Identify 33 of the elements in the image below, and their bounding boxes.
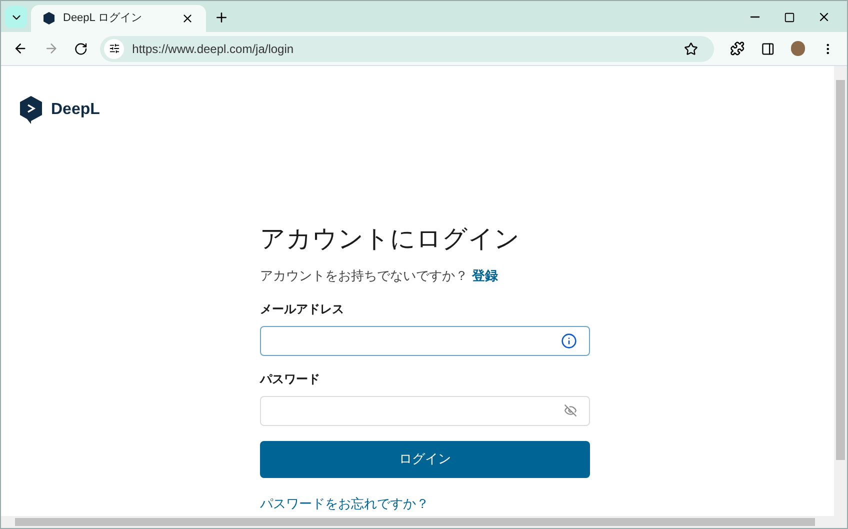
login-button[interactable]: ログイン	[260, 440, 590, 478]
horizontal-scrollbar[interactable]	[1, 516, 847, 528]
new-tab-icon[interactable]	[214, 10, 229, 25]
bookmark-star-icon[interactable]	[684, 42, 698, 56]
close-window-icon[interactable]	[817, 10, 831, 24]
logo-text: DeepL	[51, 100, 100, 120]
tab-search-button[interactable]	[5, 6, 27, 28]
reload-icon[interactable]	[74, 42, 88, 56]
tab-title: DeepL ログイン	[63, 11, 144, 26]
browser-tab[interactable]: DeepL ログイン	[31, 5, 206, 32]
email-field[interactable]	[260, 326, 590, 356]
forgot-password-link[interactable]: パスワードをお忘れですか？	[260, 494, 590, 513]
close-icon[interactable]	[181, 12, 194, 25]
profile-avatar[interactable]	[790, 41, 806, 56]
logo-icon	[19, 96, 43, 124]
side-panel-icon[interactable]	[760, 42, 775, 56]
logo-icon	[43, 12, 55, 25]
vertical-scrollbar[interactable]	[834, 66, 847, 516]
field-label: パスワード	[260, 370, 321, 388]
field-label: メールアドレス	[260, 300, 345, 318]
signup-link[interactable]: 登録	[472, 266, 498, 286]
signup-prompt: アカウントをお持ちでないですか？	[260, 267, 468, 285]
maximize-icon[interactable]	[784, 12, 795, 22]
password-manager-icon[interactable]	[561, 332, 577, 348]
site-settings-icon[interactable]	[108, 43, 120, 54]
address-bar[interactable]: https://www.deepl.com/ja/login	[100, 36, 714, 62]
hide-password-icon[interactable]	[564, 404, 577, 417]
extensions-icon[interactable]	[730, 41, 745, 56]
password-field[interactable]	[260, 396, 590, 426]
forward-icon[interactable]	[44, 41, 58, 56]
url-text: https://www.deepl.com/ja/login	[132, 40, 295, 58]
back-icon[interactable]	[13, 41, 28, 56]
page-heading: アカウントにログイン	[260, 224, 521, 254]
